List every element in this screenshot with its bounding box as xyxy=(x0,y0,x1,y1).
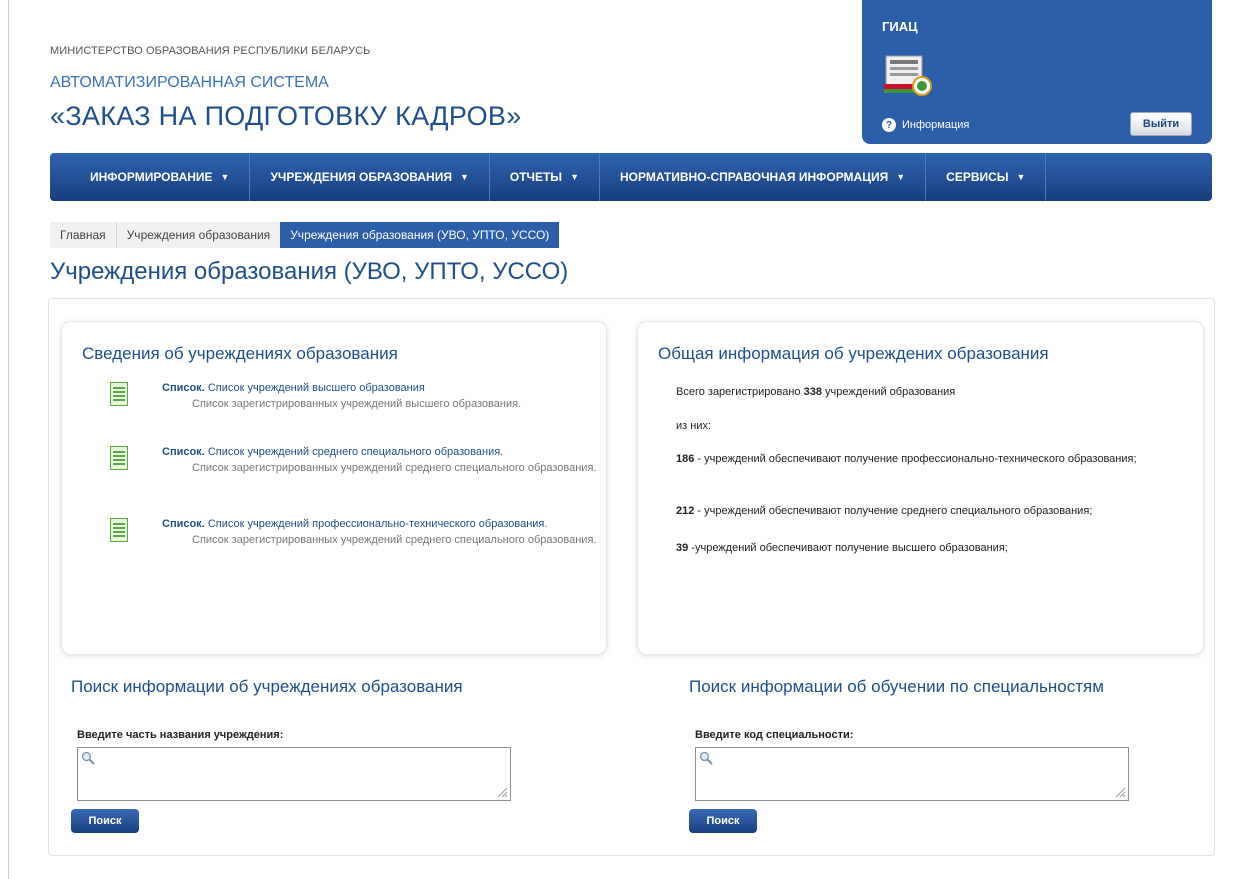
nav-item-institutions[interactable]: УЧРЕЖДЕНИЯ ОБРАЗОВАНИЯ ▼ xyxy=(250,153,490,201)
ministry-label: МИНИСТЕРСТВО ОБРАЗОВАНИЯ РЕСПУБЛИКИ БЕЛА… xyxy=(50,45,371,57)
general-info-card: Общая информация об учреждених образован… xyxy=(637,321,1204,655)
link-prefix: Список. xyxy=(162,518,205,530)
caret-down-icon: ▼ xyxy=(570,172,579,182)
main-content: Сведения об учреждениях образования Спис… xyxy=(48,298,1215,856)
link-prefix: Список. xyxy=(162,446,205,458)
window-border xyxy=(8,0,9,879)
caret-down-icon: ▼ xyxy=(220,172,230,182)
entry-description: Список зарегистрированных учреждений сре… xyxy=(192,462,597,474)
list-link[interactable]: Список. Список учреждений среднего специ… xyxy=(162,444,602,460)
breadcrumb-current: Учреждения образования (УВО, УПТО, УССО) xyxy=(280,222,560,248)
resize-grip-icon[interactable] xyxy=(497,787,508,798)
resize-grip-icon[interactable] xyxy=(1115,787,1126,798)
specialty-search-title: Поиск информации об обучении по специаль… xyxy=(689,677,1104,696)
info-link[interactable]: ? Информация xyxy=(882,118,969,132)
of-them-label: из них: xyxy=(676,420,712,432)
breadcrumb-institutions[interactable]: Учреждения образования xyxy=(115,222,281,248)
nav-item-services[interactable]: СЕРВИСЫ ▼ xyxy=(926,153,1047,201)
link-text: Список учреждений высшего образования xyxy=(207,382,425,394)
system-label: АВТОМАТИЗИРОВАННАЯ СИСТЕМА xyxy=(50,74,329,91)
breadcrumb: Главная Учреждения образования Учреждени… xyxy=(50,222,560,248)
main-nav: ИНФОРМИРОВАНИЕ ▼ УЧРЕЖДЕНИЯ ОБРАЗОВАНИЯ ▼ … xyxy=(50,153,1212,201)
nav-label: ОТЧЕТЫ xyxy=(509,170,563,184)
giac-title: ГИАЦ xyxy=(882,19,918,34)
stat-text: - учреждений обеспечивают получение проф… xyxy=(694,453,1137,465)
nav-label: СЕРВИСЫ xyxy=(946,170,1009,184)
institution-search-button[interactable]: Поиск xyxy=(71,809,139,833)
breadcrumb-home[interactable]: Главная xyxy=(50,222,116,248)
nav-label: НОРМАТИВНО-СПРАВОЧНАЯ ИНФОРМАЦИЯ xyxy=(619,170,889,184)
nav-item-reference[interactable]: НОРМАТИВНО-СПРАВОЧНАЯ ИНФОРМАЦИЯ ▼ xyxy=(600,153,927,201)
caret-down-icon: ▼ xyxy=(896,172,906,182)
document-icon xyxy=(110,446,128,470)
app-title: «ЗАКАЗ НА ПОДГОТОВКУ КАДРОВ» xyxy=(50,101,522,131)
stat-text: - учреждений обеспечивают получение сред… xyxy=(694,505,1093,517)
list-link[interactable]: Список. Список учреждений высшего образо… xyxy=(162,380,602,396)
total-count: 338 xyxy=(803,386,822,398)
giac-logo-icon xyxy=(884,55,932,96)
specialty-search-button[interactable]: Поиск xyxy=(689,809,757,833)
info-label: Информация xyxy=(902,119,970,131)
document-icon xyxy=(110,518,128,542)
page-title: Учреждения образования (УВО, УПТО, УССО) xyxy=(50,258,569,285)
help-icon: ? xyxy=(882,118,896,132)
entry-description: Список зарегистрированных учреждений сре… xyxy=(192,534,597,546)
total-prefix: Всего зарегистрировано xyxy=(676,386,801,398)
list-link[interactable]: Список. Список учреждений профессиональн… xyxy=(162,516,602,532)
total-suffix: учреждений образования xyxy=(825,386,956,398)
stat-line: 39 -учреждений обеспечивают получение вы… xyxy=(676,540,1176,557)
institution-search-title: Поиск информации об учреждениях образова… xyxy=(71,677,463,696)
stat-line: 186 - учреждений обеспечивают получение … xyxy=(676,451,1176,468)
nav-label: УЧРЕЖДЕНИЯ ОБРАЗОВАНИЯ xyxy=(270,170,452,184)
magnifier-icon xyxy=(81,751,95,765)
stat-count: 39 xyxy=(676,542,689,554)
caret-down-icon: ▼ xyxy=(459,172,469,182)
document-icon xyxy=(110,382,128,406)
specialty-search-input[interactable] xyxy=(695,747,1129,801)
stat-count: 186 xyxy=(676,453,695,465)
nav-label: ИНФОРМИРОВАНИЕ xyxy=(90,170,213,184)
institutions-card: Сведения об учреждениях образования Спис… xyxy=(61,321,607,655)
logout-button[interactable]: Выйти xyxy=(1130,112,1192,136)
caret-down-icon: ▼ xyxy=(1016,172,1026,182)
entry-text: Список. Список учреждений среднего специ… xyxy=(162,444,602,476)
institution-search-input[interactable] xyxy=(77,747,511,801)
stat-line: 212 - учреждений обеспечивают получение … xyxy=(676,503,1176,520)
link-text: Список учреждений профессионально-технич… xyxy=(207,518,548,530)
specialty-search-label: Введите код специальности: xyxy=(695,729,854,741)
stat-text: -учреждений обеспечивают получение высше… xyxy=(688,542,1008,554)
entry-description: Список зарегистрированных учреждений выс… xyxy=(192,398,522,410)
stat-count: 212 xyxy=(676,505,695,517)
nav-item-reports[interactable]: ОТЧЕТЫ ▼ xyxy=(490,153,600,201)
link-text: Список учреждений среднего специального … xyxy=(207,446,504,458)
entry-text: Список. Список учреждений высшего образо… xyxy=(162,380,602,412)
total-line: Всего зарегистрировано 338 учреждений об… xyxy=(676,384,1176,401)
card-title: Общая информация об учреждених образован… xyxy=(658,344,1049,363)
card-title: Сведения об учреждениях образования xyxy=(82,344,398,363)
giac-panel: ГИАЦ ? Информация Выйти xyxy=(862,0,1212,144)
link-prefix: Список. xyxy=(162,382,205,394)
entry-text: Список. Список учреждений профессиональн… xyxy=(162,516,602,548)
institution-search-label: Введите часть названия учреждения: xyxy=(77,729,284,741)
nav-item-informing[interactable]: ИНФОРМИРОВАНИЕ ▼ xyxy=(50,153,251,201)
magnifier-icon xyxy=(699,751,713,765)
